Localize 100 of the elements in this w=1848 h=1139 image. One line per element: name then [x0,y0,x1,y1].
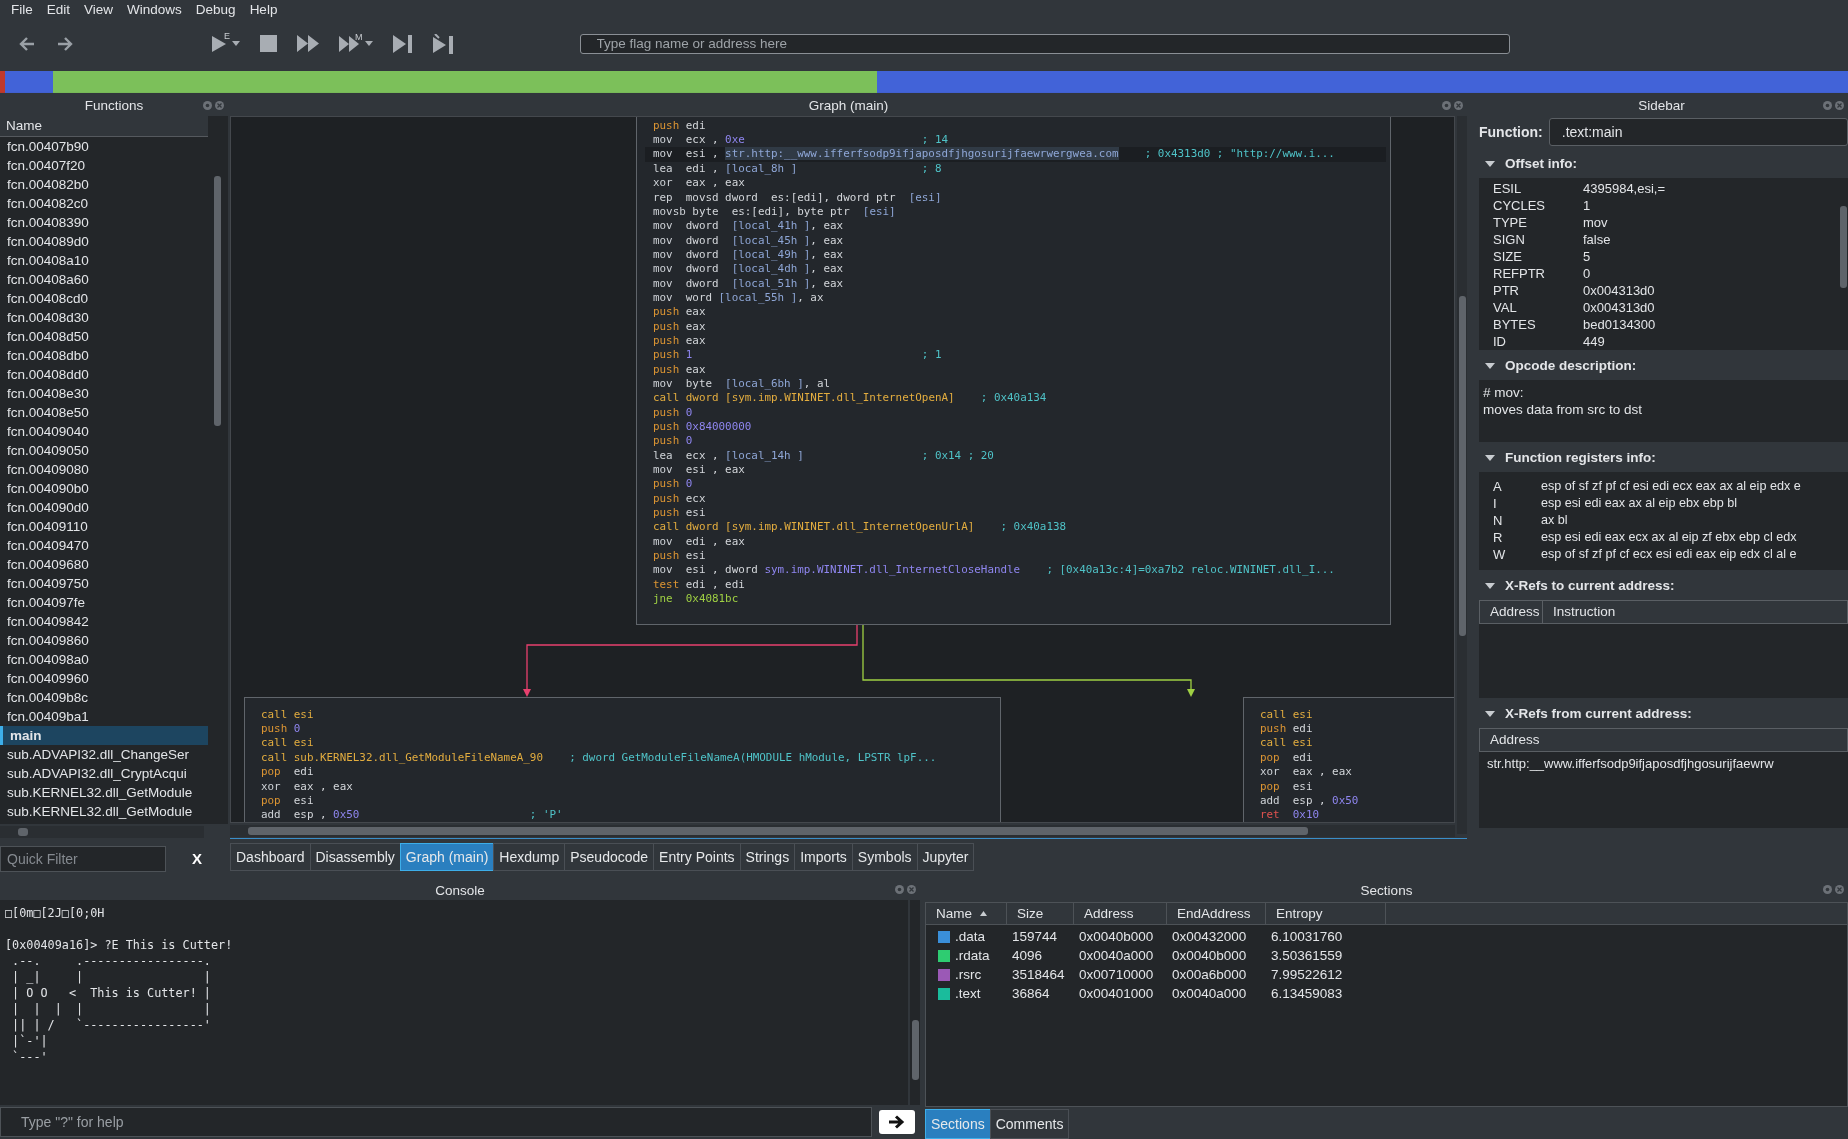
function-item[interactable]: sub.KERNEL32.dll_GetModule [0,801,208,821]
instruction-line[interactable]: call dword [sym.imp.WININET.dll_InternetOpenUrlA] ; 0x40a138 [653,520,1380,535]
function-item[interactable]: main [0,725,208,745]
instruction-line[interactable]: xor eax , eax [653,176,1380,191]
instruction-line[interactable]: movsb byte es:[edi], byte ptr [esi] [653,204,1380,220]
step-out-icon[interactable] [432,33,455,54]
instruction-line[interactable]: push 0x84000000 [653,420,1380,435]
view-tab[interactable]: Imports [794,842,853,871]
view-tab[interactable]: Hexdump [493,842,566,871]
instruction-line[interactable]: mov dword [local_45h ], eax [653,233,1380,248]
float-icon[interactable] [203,100,212,110]
menu-item[interactable]: Help [242,2,285,18]
flag-search-field[interactable]: Type flag name or address here [579,33,1510,54]
function-item[interactable]: fcn.00407f20 [0,155,208,175]
instruction-line[interactable]: mov word [local_55h ], ax [653,290,1380,306]
function-item[interactable]: fcn.004082b0 [0,174,208,194]
menu-item[interactable]: Debug [188,2,243,18]
close-icon[interactable] [1835,100,1844,110]
column-header[interactable]: Size [1007,903,1074,924]
panel-tab[interactable]: Comments [989,1109,1070,1139]
instruction-line[interactable]: lea ecx , [local_14h ] ; 0x14 ; 20 [653,448,1380,464]
instruction-line[interactable]: mov ecx , 0xe ; 14 [653,133,1380,148]
instruction-line[interactable]: push esi [653,506,1380,521]
scrollbar[interactable] [1457,115,1467,834]
back-arrow-icon[interactable] [18,35,36,52]
close-icon[interactable] [215,100,224,110]
clear-filter-button[interactable]: X [186,849,208,869]
function-item[interactable]: fcn.00408a10 [0,250,208,270]
instruction-line[interactable]: add esp , 0x50 [1260,793,1447,809]
view-tab[interactable]: Symbols [851,842,918,871]
caret-icon[interactable] [364,41,373,47]
expand-triangle-icon[interactable] [1485,454,1495,461]
function-item[interactable]: fcn.004097fe [0,592,208,612]
function-item[interactable]: fcn.00408d30 [0,307,208,327]
column-header[interactable]: Address [1074,903,1167,924]
column-header[interactable]: Address [1480,600,1543,623]
instruction-line[interactable]: push 0 [653,405,1380,420]
expand-triangle-icon[interactable] [1485,582,1495,589]
view-tab[interactable]: Pseudocode [564,842,655,871]
view-tab[interactable]: Graph (main) [399,842,495,871]
float-icon[interactable] [895,885,904,894]
menu-item[interactable]: Edit [39,2,78,18]
function-item[interactable]: fcn.00409040 [0,421,208,441]
column-header[interactable]: Address [1480,728,1847,751]
instruction-line[interactable]: jne 0x4081bc [653,592,1380,607]
function-item[interactable]: fcn.00408e30 [0,383,208,403]
instruction-line[interactable]: pop edi [261,765,990,780]
function-item[interactable]: fcn.004090d0 [0,497,208,517]
address-overview-bar[interactable] [0,70,1848,93]
close-icon[interactable] [907,885,916,894]
view-tab[interactable]: Disassembly [309,842,401,871]
float-icon[interactable] [1823,885,1832,894]
instruction-line[interactable]: mov dword [local_41h ], eax [653,219,1380,234]
column-header[interactable]: Instruction [1543,600,1616,623]
instruction-line[interactable]: mov edi , eax [653,534,1380,550]
instruction-line[interactable]: ret 0x10 [1260,808,1447,822]
instruction-line[interactable]: add esp , 0x50 ; 'P' [261,808,990,822]
instruction-line[interactable]: push eax [653,319,1380,334]
instruction-line[interactable]: mov dword [local_51h ], eax [653,276,1380,291]
function-item[interactable]: fcn.00409860 [0,630,208,650]
instruction-line[interactable]: push eax [653,305,1380,320]
instruction-line[interactable]: call dword [sym.imp.WININET.dll_InternetOpenA] ; 0x40a134 [653,391,1380,406]
instruction-line[interactable]: call esi [261,736,990,751]
function-item[interactable]: fcn.00409110 [0,516,208,536]
column-header[interactable]: EndAddress [1167,903,1266,924]
function-item[interactable]: fcn.00409080 [0,459,208,479]
fast-forward-icon[interactable] [297,35,319,53]
instruction-line[interactable]: push ecx [653,491,1380,507]
function-item[interactable]: fcn.004098a0 [0,649,208,669]
function-field[interactable]: .text:main [1548,117,1848,146]
instruction-line[interactable]: call esi [1260,736,1447,751]
function-item[interactable]: fcn.00408390 [0,212,208,232]
step-over-icon[interactable] [392,34,413,53]
caret-icon[interactable] [232,41,240,47]
menu-item[interactable]: Windows [120,2,189,18]
stop-icon[interactable] [260,35,277,53]
column-header[interactable]: Name [0,115,208,137]
instruction-line[interactable]: mov esi , dword sym.imp.WININET.dll_InternetCloseHandle ; [0x40a13c:4]=0xa7b2 reloc.WININET.dll_I... [653,563,1380,578]
instruction-line[interactable]: rep movsd dword es:[edi], dword ptr [esi] [653,190,1380,205]
scrollbar[interactable] [910,900,920,1105]
scrollbar[interactable] [0,825,204,838]
instruction-line[interactable]: mov esi , eax [653,463,1380,478]
function-item[interactable]: fcn.00409b8c [0,687,208,707]
instruction-line[interactable]: push 0 [261,722,990,737]
forward-arrow-icon[interactable] [56,35,74,52]
expand-triangle-icon[interactable] [1485,160,1495,167]
function-item[interactable]: fcn.00408dd0 [0,364,208,384]
function-item[interactable]: sub.ADVAPI32.dll_ChangeSer [0,744,208,764]
function-item[interactable]: fcn.00408cd0 [0,288,208,308]
float-icon[interactable] [1442,100,1451,110]
view-tab[interactable]: Entry Points [653,842,741,871]
function-item[interactable]: fcn.00408db0 [0,345,208,365]
function-item[interactable]: fcn.00409050 [0,440,208,460]
code-block[interactable]: call esi push edi call esi pop edi xor eax , eax pop esi add esp , 0x50 ret 0x10 [1243,696,1454,822]
instruction-line[interactable]: push eax [653,362,1380,377]
instruction-line[interactable]: push 0 [653,477,1380,492]
instruction-line[interactable]: call esi [261,707,990,723]
expand-triangle-icon[interactable] [1485,362,1495,369]
instruction-line[interactable]: push edi [653,118,1380,134]
instruction-line[interactable]: call esi [1260,707,1447,723]
